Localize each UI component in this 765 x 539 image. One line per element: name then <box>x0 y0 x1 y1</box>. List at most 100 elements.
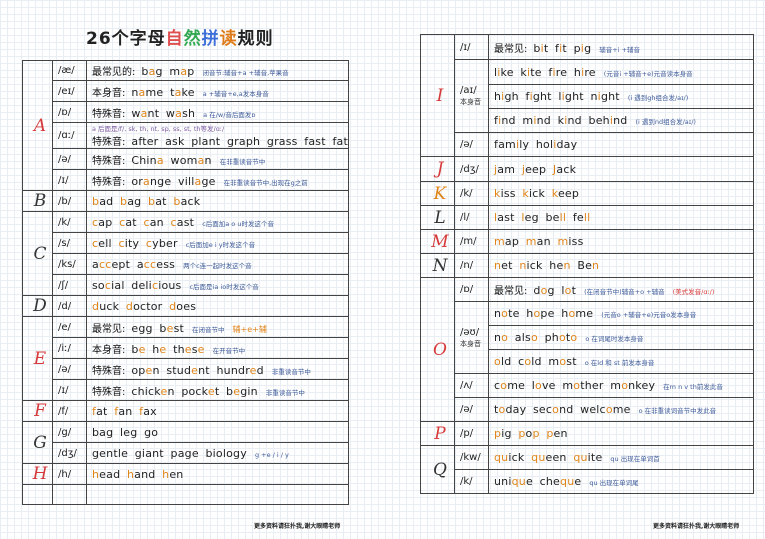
rule-topnote: a 后面是/f/, sk, th, nt, sp, ss, st, th等发/ɑ… <box>92 125 225 133</box>
title-char-ran: 然 <box>183 29 202 49</box>
rule-line: unique cheque qu 出现在单词尾 <box>494 475 639 488</box>
highlight-letters: m <box>557 235 569 248</box>
word-part: am <box>497 162 522 176</box>
word-part: or <box>131 174 144 188</box>
word-part: re <box>584 65 596 79</box>
word-part: an <box>118 404 140 418</box>
rule-line: old cold most o 在ld 和 st 前发本身音 <box>494 355 654 368</box>
rule-cell: last leg bell fell <box>488 205 754 230</box>
phonetic-cell: /f/ <box>52 400 87 422</box>
rule-row: /ɑː/a 后面是/f/, sk, th, nt, sp, ss, st, th… <box>23 122 349 149</box>
example-words: China woman <box>131 154 211 167</box>
rule-note: (i 遇到gh组合发/aɪ/) <box>627 94 689 102</box>
rule-line: 最常见: egg best 在闭音节中 辅+e+辅 <box>92 321 267 335</box>
phonetic-cell: /b/ <box>52 190 87 212</box>
word-part: ick he <box>526 259 564 272</box>
word-part: d <box>533 284 541 297</box>
rule-line: 特殊音: want wash a 在/w/音后面发ɒ <box>92 106 256 120</box>
phonetic-cell: /p/ <box>454 421 489 446</box>
rule-cell: social delicious c后面是ia io时发这个音 <box>86 274 349 296</box>
rule-line: 特殊音: orange village 在非重读音节中,出现在g之前 <box>92 174 308 188</box>
phonetic-cell: /aɪ/本身音 <box>454 59 489 133</box>
phonetic-subtitle: 本身音 <box>460 339 481 348</box>
rule-note: 闭音节:辅音+a +辅音,苹果音 <box>202 69 289 77</box>
letter-cell: F <box>22 400 53 422</box>
phonetic-cell: /d/ <box>52 295 87 317</box>
phonetic-cell: /k/ <box>454 469 489 494</box>
word-part: t p <box>562 41 581 55</box>
phonetic-cell: /k/ <box>454 181 489 206</box>
letter-cell: M <box>420 229 455 254</box>
letter-cell: N <box>420 253 455 278</box>
rule-cell: 特殊音: want wash a 在/w/音后面发ɒ <box>86 101 349 123</box>
phonetic-cell: /eɪ/ <box>52 80 87 102</box>
word-part: a <box>92 257 99 271</box>
phonetic-cell: /ɑː/ <box>52 122 87 149</box>
example-words: gentle giant page biology <box>92 447 247 460</box>
phonetic-cell: /l/ <box>454 205 489 230</box>
highlight-letters: a <box>140 106 148 120</box>
rule-cell: bad bag bat back <box>86 190 349 212</box>
word-part: ast <box>176 215 195 229</box>
phonetic-cell: /ə/ <box>52 148 87 170</box>
word-part: w <box>131 106 141 120</box>
word-part: ack <box>556 162 577 176</box>
word-part: ead <box>99 467 127 481</box>
rule-cell: find mind kind behind (i 遇到nd组合发/aɪ/) <box>488 108 754 133</box>
highlight-letters: a <box>174 85 182 99</box>
word-part: g m <box>155 65 181 78</box>
phonetic-symbol: /n/ <box>460 260 474 271</box>
word-part: als <box>508 331 531 344</box>
phonetic-cell: /ɪ/ <box>454 34 489 60</box>
highlight-letters: k <box>494 187 501 200</box>
word-part: st <box>566 355 577 368</box>
phonetic-symbol: /ɑː/ <box>58 130 75 141</box>
word-part: nge vill <box>149 174 195 188</box>
word-part: g <box>584 41 592 55</box>
example-words: net nick hen Ben <box>494 259 599 272</box>
word-part: n <box>204 153 212 167</box>
rule-row: /ʃ/social delicious c后面是ia io时发这个音 <box>23 274 349 296</box>
highlight-letters: e <box>249 363 257 377</box>
phonetic-cell: /dʒ/ <box>52 442 87 464</box>
phonetic-symbol: /h/ <box>58 468 72 480</box>
rule-row: /ə/特殊音: China woman 在非重读音节中 <box>23 148 349 170</box>
highlight-letters: e <box>138 342 146 356</box>
example-words: note hope home <box>494 307 593 320</box>
rule-note: (在闭音节中)辅音+o +辅音 <box>584 288 665 296</box>
highlight-letters: e <box>184 342 192 356</box>
rule-row: /ə/today second welcome o 在非重读词音节中发此音 <box>421 397 754 422</box>
rule-cell: jam jeep Jack <box>488 156 754 182</box>
highlight-letters: b <box>173 194 181 208</box>
highlight-letters: o <box>540 284 548 297</box>
phonetic-symbol: /d/ <box>58 300 72 312</box>
word-part: me l <box>507 379 536 392</box>
rule-note: 两个c连一起时发这个音 <box>183 261 252 270</box>
rule-note: 在闭音节中 <box>192 325 225 334</box>
example-words: no also photo <box>494 331 577 344</box>
phonetic-symbol: /ə/ <box>460 404 473 415</box>
rule-row: P/p/pig pop pen <box>420 421 754 446</box>
letter-cell: A <box>22 60 53 191</box>
rule-row: /ə/family holiday <box>421 132 754 157</box>
word-part: te h <box>508 307 534 320</box>
highlight-letters: e <box>166 321 174 335</box>
rule-line: social delicious c后面是ia io时发这个音 <box>92 279 259 292</box>
word-part: nd welc <box>559 403 606 416</box>
rule-line: like kite fire hire (元音i +辅音+e)元音读本身音 <box>494 65 693 79</box>
rule-row: /s/cell city cyber c后面加e i y时发这个音 <box>23 232 349 254</box>
word-part: fam <box>494 138 516 151</box>
phonetic-symbol: /b/ <box>58 195 72 207</box>
phonetic-cell: /ɒ/ <box>52 101 87 123</box>
rule-label: 最常见: <box>494 43 528 55</box>
rule-label: 特殊音: <box>92 108 126 120</box>
example-words: cap cat can cast <box>92 216 194 229</box>
letter-cell: Q <box>420 445 455 494</box>
rule-note: 非重读音节中 <box>265 388 305 397</box>
phonetic-cell: /æ/ <box>52 60 87 81</box>
title-part-1: 26个字母 <box>86 29 166 49</box>
word-part: gin <box>240 384 258 398</box>
rule-note: a +辅音+e,a发本身音 <box>202 89 269 98</box>
phonetic-symbol: /e/ <box>58 321 71 333</box>
phonetic-symbol: /m/ <box>460 236 477 247</box>
